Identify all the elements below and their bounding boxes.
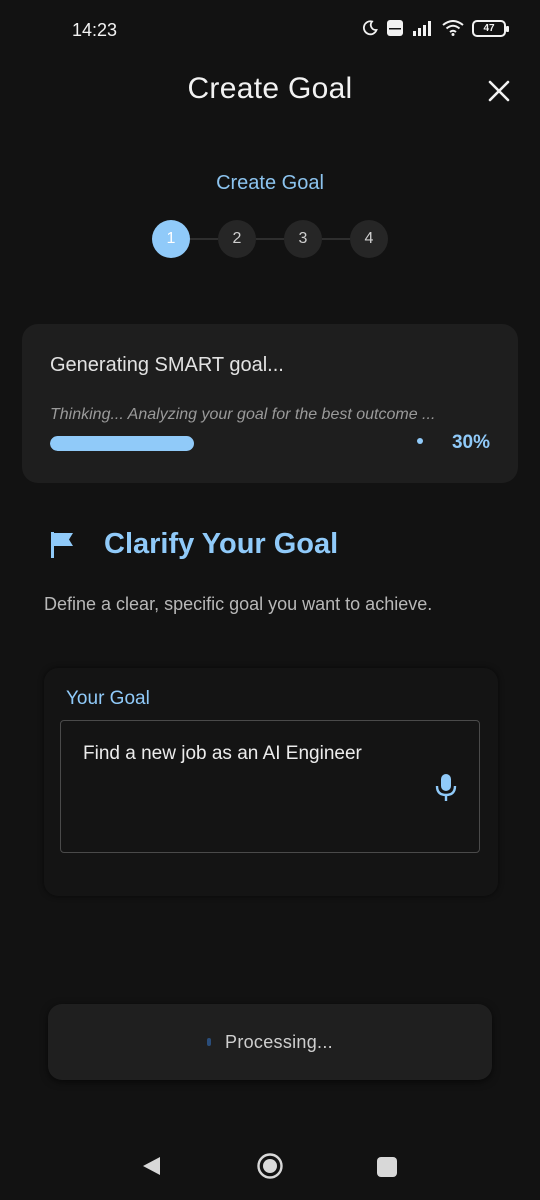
flag-icon	[51, 531, 73, 558]
spinner-icon	[207, 1038, 212, 1046]
goal-label: Your Goal	[66, 688, 150, 709]
status-bar: 14:23 47	[0, 0, 540, 60]
wifi-icon	[442, 20, 464, 36]
battery-icon: 47	[472, 19, 509, 37]
nav-back-button[interactable]	[140, 1154, 164, 1178]
goal-input-value: Find a new job as an AI Engineer	[83, 743, 362, 764]
recents-icon	[377, 1157, 397, 1177]
stepper: 1 2 3 4	[152, 220, 390, 258]
section-title: Clarify Your Goal	[104, 528, 339, 560]
close-button[interactable]	[484, 76, 514, 106]
volte-icon	[386, 19, 404, 37]
step-4[interactable]: 4	[350, 220, 388, 258]
moon-icon	[362, 20, 378, 36]
status-icons: 47	[362, 19, 509, 37]
page-title: Create Goal	[187, 72, 353, 105]
nav-recents-button[interactable]	[376, 1156, 398, 1178]
nav-home-button[interactable]	[256, 1152, 284, 1180]
screen: 14:23 47 Create Goal Create Goal 1 2 3 4…	[0, 0, 540, 1200]
stepper-connector	[256, 238, 284, 240]
stepper-title: Create Goal	[216, 172, 324, 194]
signal-icon	[412, 20, 434, 36]
progress-dot	[417, 438, 423, 444]
progress-bar	[50, 436, 410, 451]
stepper-connector	[190, 238, 218, 240]
status-time: 14:23	[72, 20, 118, 40]
step-3[interactable]: 3	[284, 220, 322, 258]
section-header: Clarify Your Goal	[48, 528, 338, 561]
home-icon	[257, 1153, 283, 1179]
progress-percent: 30%	[451, 432, 490, 453]
processing-button[interactable]: Processing...	[48, 1004, 492, 1080]
mic-icon	[435, 774, 457, 801]
generating-subtitle: Thinking... Analyzing your goal for the …	[50, 406, 436, 423]
close-icon	[488, 80, 510, 102]
goal-input[interactable]: Find a new job as an AI Engineer	[60, 720, 480, 853]
progress-fill	[50, 436, 194, 451]
processing-label: Processing...	[225, 1031, 333, 1052]
generating-card: Generating SMART goal... Thinking... Ana…	[22, 324, 518, 483]
generating-title: Generating SMART goal...	[50, 354, 284, 376]
goal-card: Your Goal Find a new job as an AI Engine…	[44, 668, 498, 896]
mic-button[interactable]	[433, 773, 459, 803]
back-icon	[143, 1157, 160, 1175]
step-2[interactable]: 2	[218, 220, 256, 258]
step-1[interactable]: 1	[152, 220, 190, 258]
section-description: Define a clear, specific goal you want t…	[44, 594, 433, 614]
stepper-connector	[322, 238, 350, 240]
